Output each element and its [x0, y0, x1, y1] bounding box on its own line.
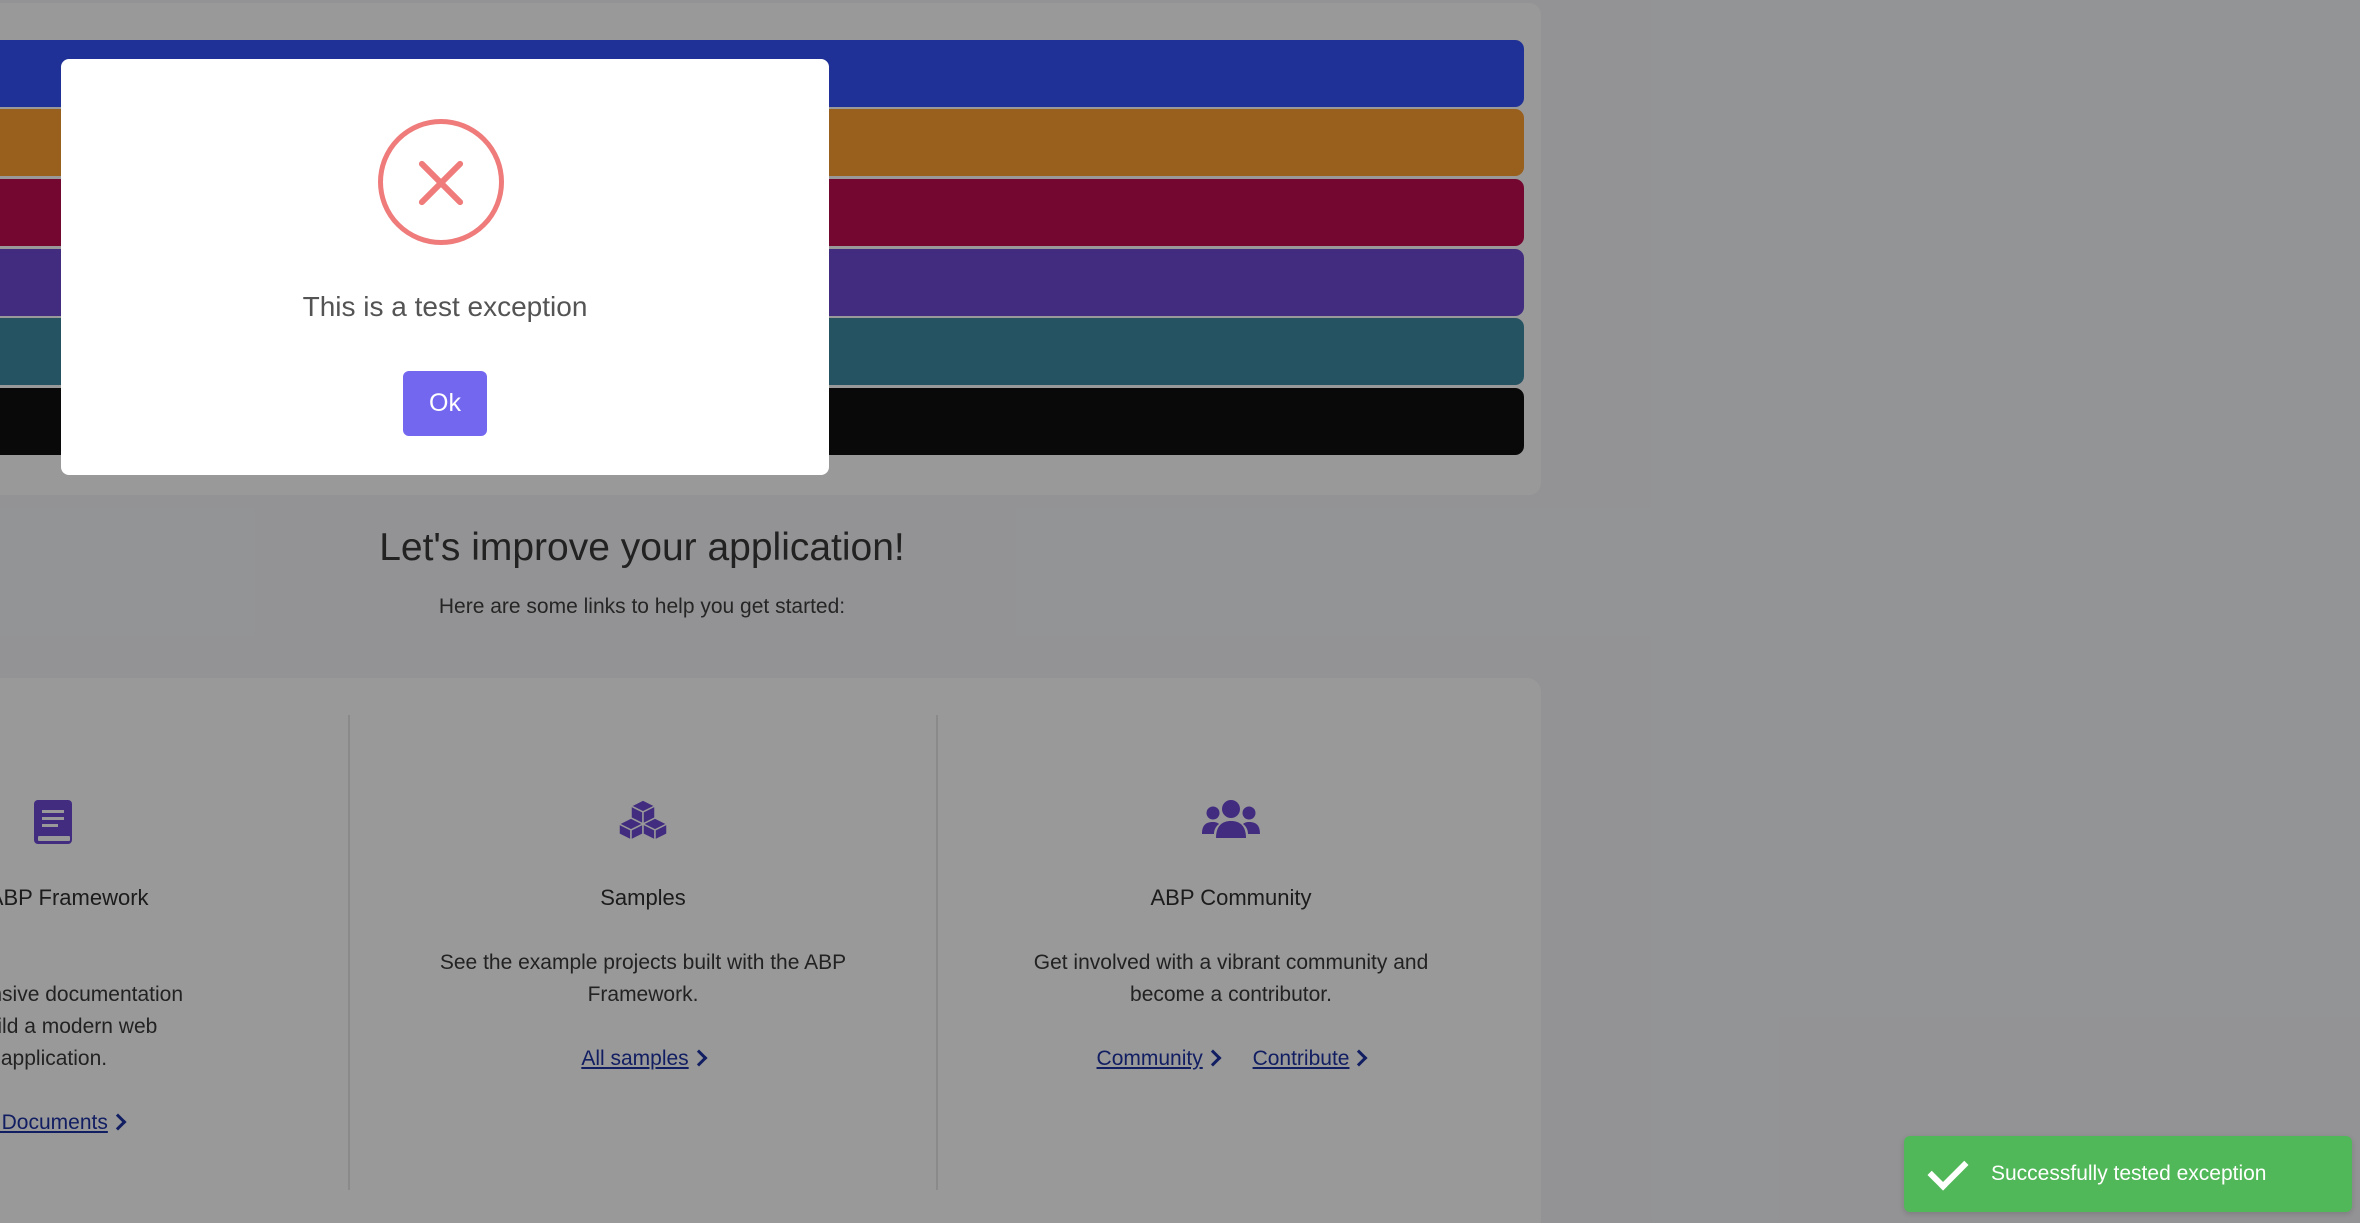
toast-message: Successfully tested exception	[1991, 1162, 2267, 1185]
dialog-message: This is a test exception	[302, 291, 588, 322]
success-toast[interactable]: Successfully tested exception	[1904, 1136, 2352, 1212]
ok-button[interactable]: Ok	[403, 371, 487, 436]
error-dialog: This is a test exception Ok	[61, 59, 829, 475]
error-x-icon	[378, 119, 504, 245]
check-icon	[1927, 1149, 1969, 1191]
